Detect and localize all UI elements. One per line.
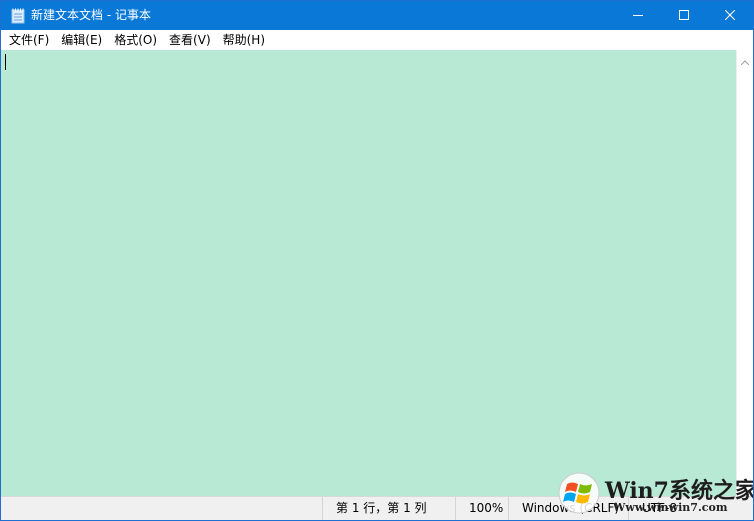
window-title: 新建文本文档 - 记事本: [31, 8, 151, 22]
minimize-icon: [633, 9, 643, 23]
window-controls: [615, 1, 753, 30]
close-button[interactable]: [707, 1, 753, 30]
vertical-scrollbar[interactable]: [736, 50, 753, 496]
notepad-window: 新建文本文档 - 记事本 文件(F) 编辑(E) 格式(O) 查看(V) 帮助(…: [0, 0, 754, 521]
menu-edit[interactable]: 编辑(E): [55, 30, 108, 50]
menu-file[interactable]: 文件(F): [3, 30, 55, 50]
menu-help[interactable]: 帮助(H): [217, 30, 271, 50]
title-bar[interactable]: 新建文本文档 - 记事本: [1, 1, 753, 30]
menu-format[interactable]: 格式(O): [108, 30, 163, 50]
status-bar: 第 1 行，第 1 列 100% Windows (CRLF) UTF-8: [1, 496, 753, 520]
menu-view[interactable]: 查看(V): [163, 30, 217, 50]
status-position: 第 1 行，第 1 列: [322, 497, 455, 520]
minimize-button[interactable]: [615, 1, 661, 30]
status-line-ending: Windows (CRLF): [508, 497, 628, 520]
notepad-icon: [11, 8, 25, 24]
status-zoom: 100%: [455, 497, 508, 520]
menu-bar: 文件(F) 编辑(E) 格式(O) 查看(V) 帮助(H): [1, 30, 753, 50]
text-editor-area[interactable]: [1, 50, 736, 496]
scroll-up-arrow-icon[interactable]: [737, 54, 753, 71]
text-caret: [5, 54, 6, 70]
close-icon: [724, 9, 736, 23]
maximize-icon: [679, 9, 689, 23]
status-encoding: UTF-8: [628, 497, 753, 520]
maximize-button[interactable]: [661, 1, 707, 30]
